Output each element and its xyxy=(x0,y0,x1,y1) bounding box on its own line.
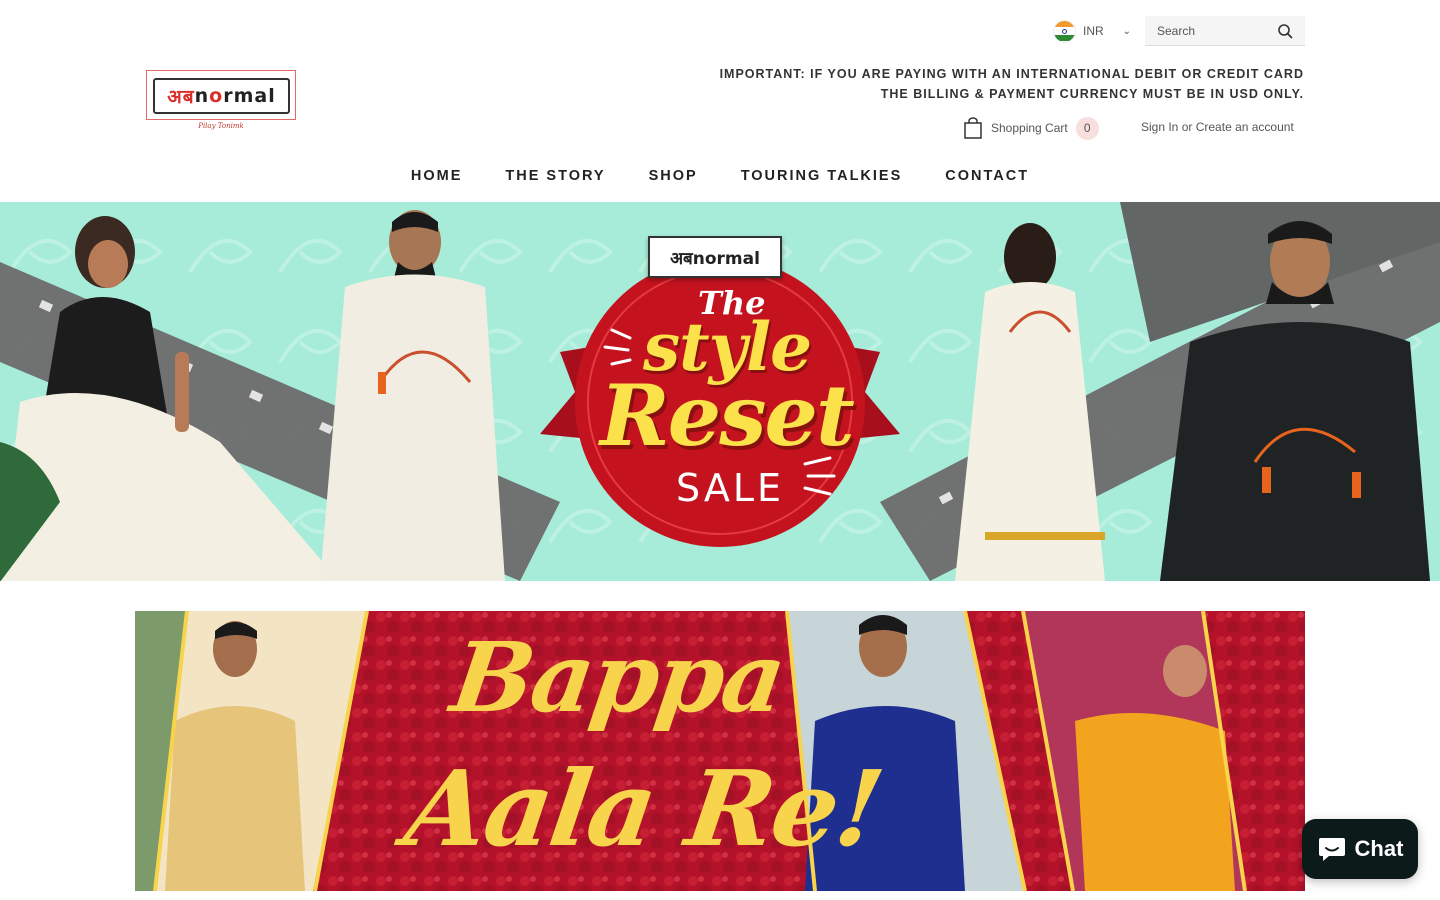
chevron-down-icon: ⌄ xyxy=(1122,25,1132,37)
cart-count-badge: 0 xyxy=(1075,116,1099,140)
shopping-cart-link[interactable]: Shopping Cart 0 xyxy=(964,116,1099,140)
hero-title-reset: Reset xyxy=(600,366,855,465)
promo-title-line1: Bappa xyxy=(445,621,791,734)
promo-banner-bappa[interactable]: Bappa Aala Re! xyxy=(135,611,1305,891)
chat-bubble-icon xyxy=(1318,838,1345,861)
account-links: Sign In or Create an account xyxy=(1141,120,1294,134)
nav-the-story[interactable]: THE STORY xyxy=(505,168,605,184)
logo-wordmark: अब n o rmal xyxy=(153,78,290,114)
logo-tagline: Pilay Tonimk xyxy=(198,122,244,130)
hero-logo-plaque: अबnormal xyxy=(648,236,782,278)
main-nav: HOME THE STORY SHOP TOURING TALKIES CONT… xyxy=(0,168,1440,184)
cart-label: Shopping Cart xyxy=(991,121,1068,135)
nav-home[interactable]: HOME xyxy=(411,168,463,184)
promo-title-line2: Aala Re! xyxy=(398,747,890,870)
site-logo[interactable]: अब n o rmal Pilay Tonimk xyxy=(146,70,296,134)
india-flag-icon xyxy=(1053,19,1076,43)
payment-notice: IMPORTANT: IF YOU ARE PAYING WITH AN INT… xyxy=(719,67,1304,101)
nav-touring-talkies[interactable]: TOURING TALKIES xyxy=(741,168,903,184)
create-account-link[interactable]: Create an account xyxy=(1196,120,1294,134)
nav-shop[interactable]: SHOP xyxy=(649,168,698,184)
chat-button[interactable]: Chat xyxy=(1302,819,1418,879)
chat-label: Chat xyxy=(1354,836,1404,861)
currency-selector[interactable]: INR ⌄ xyxy=(1053,18,1131,44)
currency-code: INR xyxy=(1083,24,1104,38)
hero-title-sale: SALE xyxy=(676,466,785,510)
search-input[interactable] xyxy=(1145,23,1265,38)
sign-in-link[interactable]: Sign In xyxy=(1141,120,1178,134)
shopping-bag-icon xyxy=(964,117,982,139)
search-box xyxy=(1145,16,1305,46)
site-header: INR ⌄ अबnormal Pilay Tonimk IMPORTANT: I… xyxy=(0,0,1440,202)
nav-contact[interactable]: CONTACT xyxy=(945,168,1029,184)
search-icon[interactable] xyxy=(1277,23,1293,39)
hero-banner[interactable]: अबnormal The style Reset SALE xyxy=(0,202,1440,581)
